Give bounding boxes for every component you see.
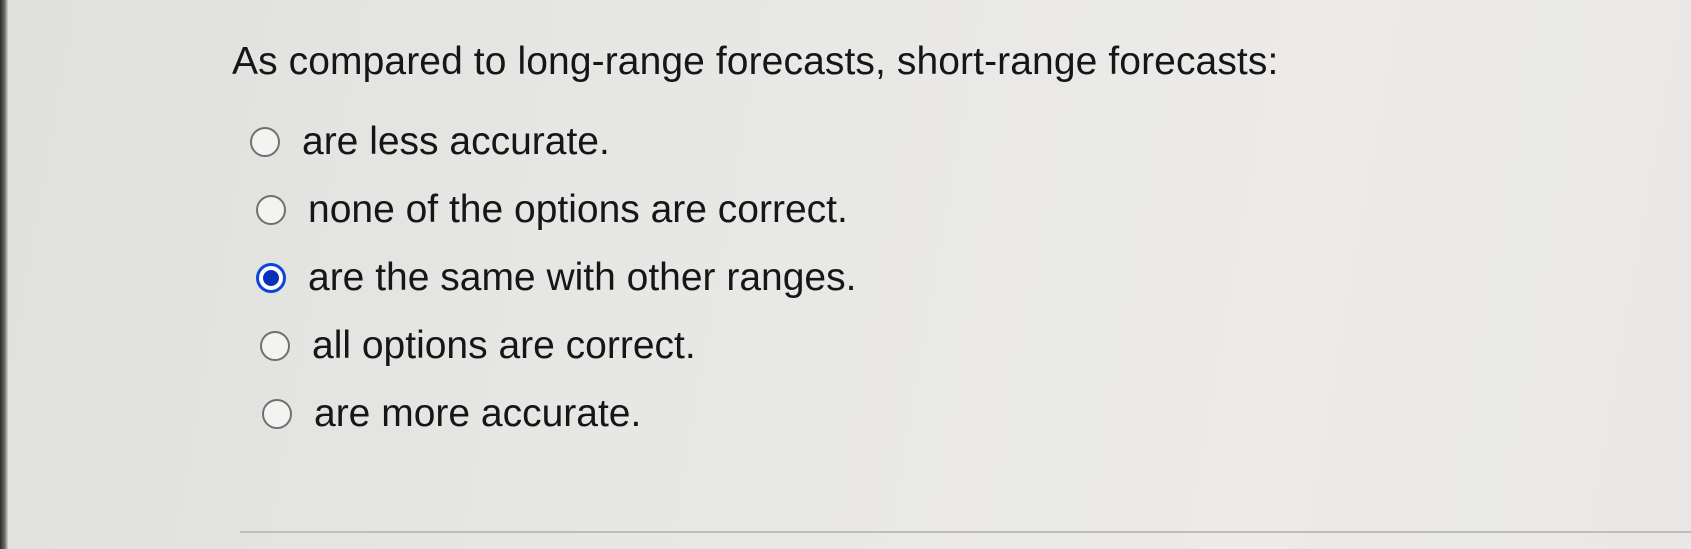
option-label: are more accurate. xyxy=(314,392,642,435)
answer-option-less-accurate[interactable]: are less accurate. xyxy=(250,108,1152,176)
answer-option-same-ranges[interactable]: are the same with other ranges. xyxy=(256,244,1152,312)
answer-option-all-correct[interactable]: all options are correct. xyxy=(260,312,1152,380)
monitor-bezel-edge xyxy=(0,0,8,549)
radio-button[interactable] xyxy=(262,399,292,429)
radio-button[interactable] xyxy=(256,195,286,225)
question-text: As compared to long-range forecasts, sho… xyxy=(232,40,1279,83)
answer-options: are less accurate. none of the options a… xyxy=(250,108,1152,448)
option-label: are less accurate. xyxy=(302,120,610,163)
quiz-question-panel: As compared to long-range forecasts, sho… xyxy=(8,0,1691,549)
radio-dot xyxy=(263,270,279,286)
option-label: all options are correct. xyxy=(312,324,696,367)
radio-button[interactable] xyxy=(250,127,280,157)
answer-option-none-correct[interactable]: none of the options are correct. xyxy=(256,176,1152,244)
divider xyxy=(240,531,1691,533)
option-label: are the same with other ranges. xyxy=(308,256,857,299)
option-label: none of the options are correct. xyxy=(308,188,848,231)
radio-button-selected[interactable] xyxy=(256,263,286,293)
radio-button[interactable] xyxy=(260,331,290,361)
answer-option-more-accurate[interactable]: are more accurate. xyxy=(262,380,1152,448)
